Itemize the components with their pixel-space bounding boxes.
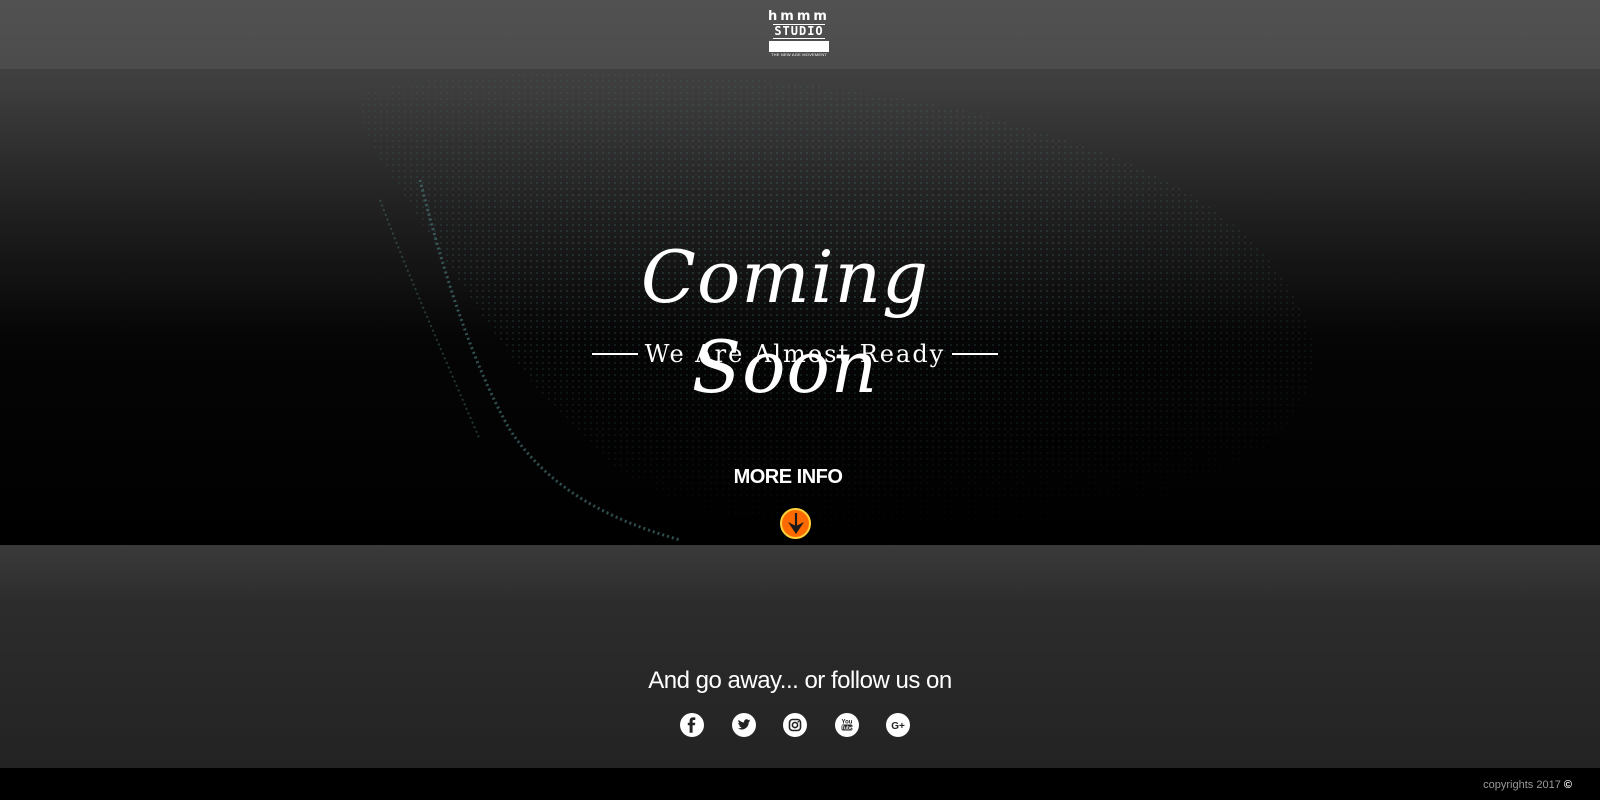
google-plus-icon[interactable]: G+	[886, 713, 910, 737]
studio-logo[interactable]: hmmm STUDIO THE NEW AGE MOVEMENT	[768, 10, 830, 62]
page-title: Coming Soon	[640, 235, 930, 409]
copyright-symbol: ©	[1563, 779, 1572, 791]
hero-section: hmmm STUDIO THE NEW AGE MOVEMENT Coming …	[0, 0, 1600, 545]
twitter-icon[interactable]	[731, 713, 756, 737]
svg-text:G+: G+	[891, 721, 905, 732]
scroll-down-button[interactable]	[780, 508, 811, 539]
copyright: copyrights 2017 ©	[1483, 779, 1572, 791]
logo-tagline: THE NEW AGE MOVEMENT	[770, 52, 827, 57]
logo-bar	[769, 41, 829, 52]
social-section: And go away... or follow us on You Tube G…	[0, 545, 1600, 768]
footer: copyrights 2017 ©	[0, 768, 1600, 800]
subtitle-row: We Are Almost Ready	[592, 336, 998, 372]
logo-line-2: STUDIO	[773, 24, 825, 39]
logo-line-1: hmmm	[768, 9, 830, 24]
divider-left	[592, 353, 638, 355]
svg-text:Tube: Tube	[841, 726, 853, 732]
facebook-icon[interactable]	[680, 713, 704, 737]
youtube-icon[interactable]: You Tube	[834, 713, 859, 737]
divider-right	[952, 353, 998, 355]
page-subtitle: We Are Almost Ready	[644, 340, 946, 368]
arrow-down-icon	[787, 512, 804, 534]
follow-text: And go away... or follow us on	[648, 667, 952, 694]
instagram-icon[interactable]	[783, 713, 807, 737]
more-info-link[interactable]: MORE INFO	[700, 466, 876, 489]
copyright-text: copyrights 2017	[1483, 779, 1561, 791]
social-icons: You Tube G+	[680, 713, 910, 739]
